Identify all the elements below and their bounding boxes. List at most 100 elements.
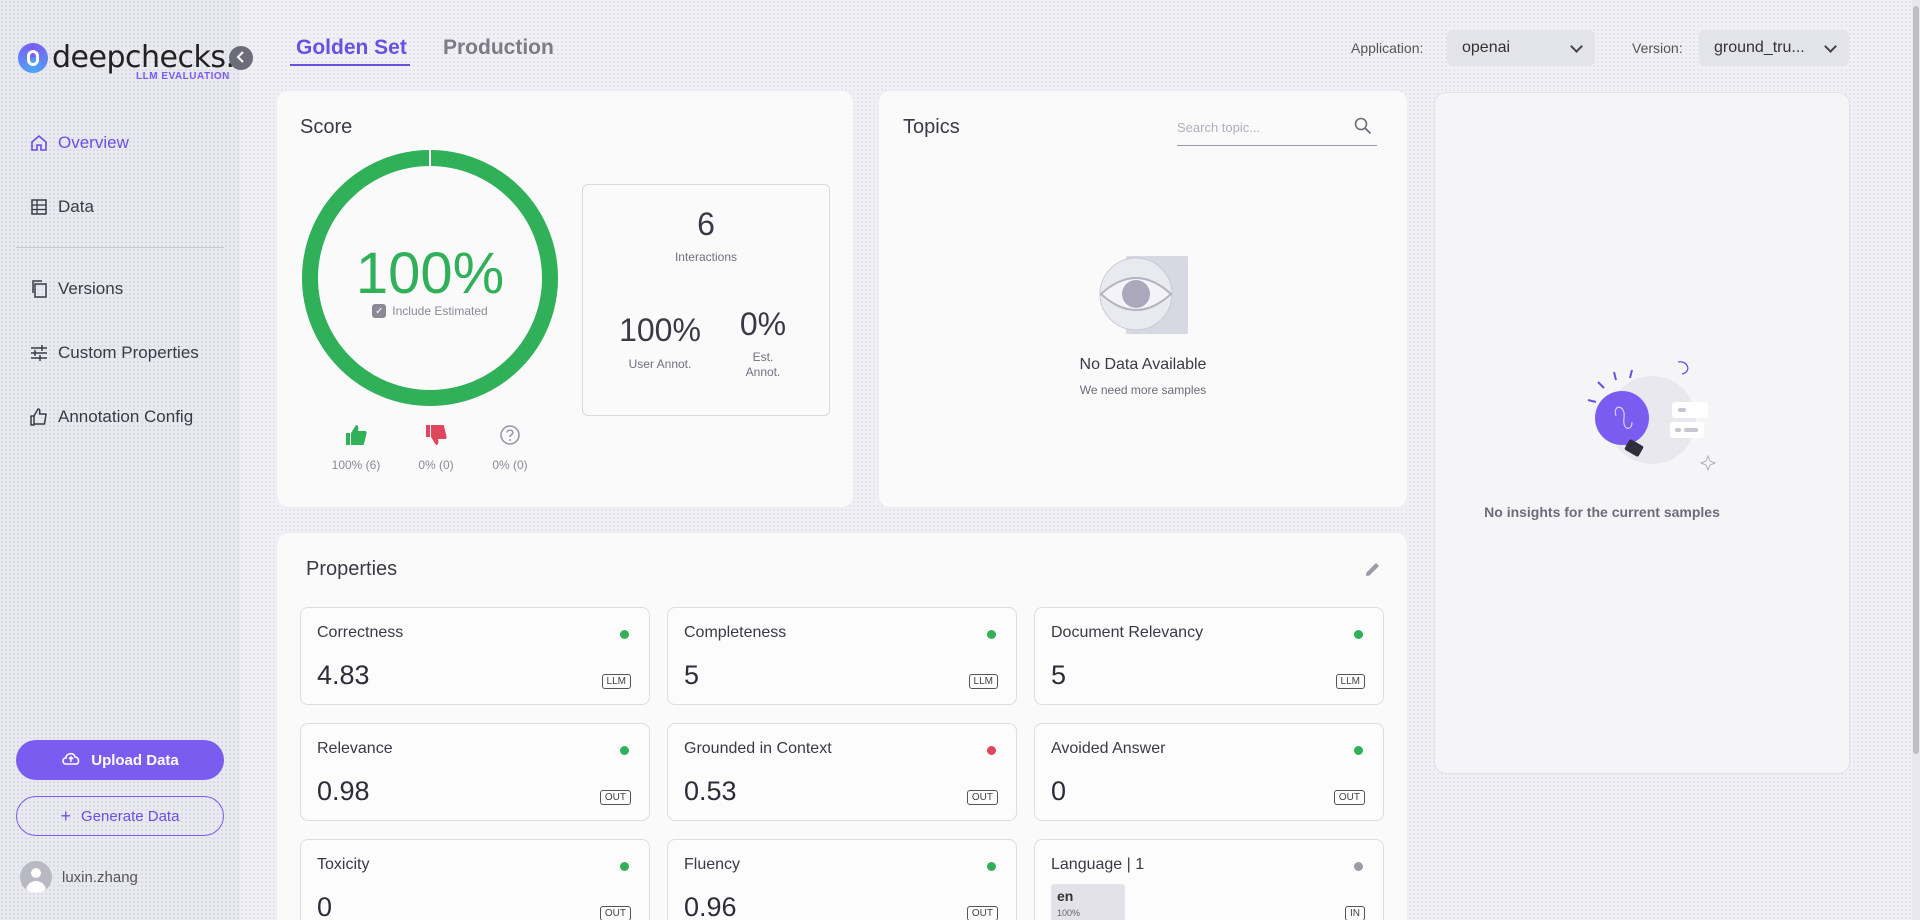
property-type-badge: LLM xyxy=(601,674,631,689)
property-card[interactable]: Language | 1 en 100% IN xyxy=(1034,839,1384,920)
property-name: Relevance xyxy=(317,740,393,757)
properties-title: Properties xyxy=(306,558,398,580)
chevron-down-icon xyxy=(1570,39,1583,53)
property-card[interactable]: Fluency 0.96 OUT xyxy=(667,839,1017,920)
property-value: 4.83 xyxy=(317,660,370,690)
sidebar-item-label: Custom Properties xyxy=(58,343,199,362)
sidebar-item-overview[interactable]: Overview xyxy=(28,132,129,154)
version-value: ground_tru... xyxy=(1714,39,1805,56)
user-annot-percent: 100% xyxy=(619,312,701,348)
status-dot-icon xyxy=(620,630,629,639)
thumbs-down-icon xyxy=(396,424,476,450)
sidebar: deepchecks. LLM EVALUATION Overview Data… xyxy=(0,0,240,920)
generate-data-button[interactable]: + Generate Data xyxy=(16,796,224,836)
thumbs-up-icon xyxy=(28,406,50,428)
search-icon[interactable] xyxy=(1354,117,1372,140)
include-estimated-checkbox[interactable]: ✓ Include Estimated xyxy=(300,304,560,318)
sidebar-item-versions[interactable]: Versions xyxy=(28,278,123,300)
property-type-badge: OUT xyxy=(599,790,631,805)
sidebar-item-label: Overview xyxy=(58,133,129,152)
username: luxin.zhang xyxy=(62,868,138,886)
logo-icon xyxy=(18,42,48,73)
status-dot-icon xyxy=(987,746,996,755)
property-name: Fluency xyxy=(684,856,741,873)
version-select[interactable]: ground_tru... xyxy=(1699,30,1849,66)
question-circle-icon xyxy=(470,424,550,450)
status-dot-icon xyxy=(620,862,629,871)
language-chip[interactable]: en 100% xyxy=(1051,884,1125,920)
generate-data-label: Generate Data xyxy=(81,807,180,825)
property-card[interactable]: Grounded in Context 0.53 OUT xyxy=(667,723,1017,821)
logo-text: deepchecks. xyxy=(52,40,235,75)
property-type-badge: IN xyxy=(1345,906,1365,920)
property-type-badge: OUT xyxy=(966,906,998,920)
good-votes-value: 100% (6) xyxy=(331,458,381,472)
interactions-count: 6 xyxy=(697,206,715,242)
property-card[interactable]: Avoided Answer 0 OUT xyxy=(1034,723,1384,821)
property-name: Document Relevancy xyxy=(1051,624,1204,641)
property-card[interactable]: Correctness 4.83 LLM xyxy=(300,607,650,705)
topics-empty-subtitle: We need more samples xyxy=(1079,383,1207,397)
sidebar-item-label: Versions xyxy=(58,279,124,298)
sidebar-item-label: Data xyxy=(58,197,94,216)
language-code: en xyxy=(1057,888,1074,904)
property-value: 5 xyxy=(1051,660,1067,690)
insights-empty-text: No insights for the current samples xyxy=(1484,504,1720,520)
upload-data-label: Upload Data xyxy=(91,751,179,769)
collapse-sidebar-button[interactable] xyxy=(229,46,253,70)
application-select[interactable]: openai xyxy=(1447,30,1595,66)
application-label: Application: xyxy=(1351,40,1424,56)
copy-icon xyxy=(28,278,50,300)
thumbs-up-icon xyxy=(316,424,396,450)
property-type-badge: OUT xyxy=(966,790,998,805)
active-tab-indicator xyxy=(290,64,410,66)
checkbox-checked-icon: ✓ xyxy=(372,304,387,318)
language-percent: 100% xyxy=(1057,908,1081,918)
topics-empty-title: No Data Available xyxy=(1079,356,1207,373)
property-value: 0 xyxy=(1051,776,1067,806)
property-type-badge: LLM xyxy=(1335,674,1365,689)
table-icon xyxy=(28,196,50,218)
sidebar-item-annotation-config[interactable]: Annotation Config xyxy=(28,406,193,428)
status-dot-icon xyxy=(987,630,996,639)
property-card[interactable]: Relevance 0.98 OUT xyxy=(300,723,650,821)
upload-data-button[interactable]: Upload Data xyxy=(16,740,224,780)
property-card[interactable]: Toxicity 0 OUT xyxy=(300,839,650,920)
pencil-icon[interactable] xyxy=(1364,560,1382,583)
bad-votes-value: 0% (0) xyxy=(418,458,454,472)
property-name: Correctness xyxy=(317,624,404,641)
est-annot-percent: 0% xyxy=(739,306,787,342)
status-dot-icon xyxy=(987,862,996,871)
property-card[interactable]: Completeness 5 LLM xyxy=(667,607,1017,705)
user-annot-label: User Annot. xyxy=(628,357,692,371)
score-title: Score xyxy=(300,116,353,138)
logo[interactable]: deepchecks. xyxy=(18,40,235,75)
sidebar-item-custom-properties[interactable]: Custom Properties xyxy=(28,342,199,364)
interactions-label: Interactions xyxy=(674,250,738,264)
user-menu[interactable]: luxin.zhang xyxy=(20,861,138,893)
topic-search-input[interactable]: Search topic... xyxy=(1177,120,1260,135)
sidebar-item-data[interactable]: Data xyxy=(28,196,94,218)
lightbulb-icon xyxy=(1560,358,1720,483)
property-name: Language | 1 xyxy=(1051,856,1145,873)
eye-icon xyxy=(1096,254,1192,341)
property-value: 5 xyxy=(684,660,700,690)
sliders-icon xyxy=(28,342,50,364)
status-dot-icon xyxy=(1354,746,1363,755)
property-card[interactable]: Document Relevancy 5 LLM xyxy=(1034,607,1384,705)
property-value: 0.98 xyxy=(317,776,370,806)
logo-subtitle: LLM EVALUATION xyxy=(136,71,230,82)
tab-golden-set[interactable]: Golden Set xyxy=(296,36,407,60)
est-annot-label: Est. Annot. xyxy=(745,350,781,379)
property-name: Toxicity xyxy=(317,856,370,873)
sidebar-item-label: Annotation Config xyxy=(58,407,194,426)
application-value: openai xyxy=(1462,39,1511,56)
scrollbar-thumb[interactable] xyxy=(1913,6,1919,754)
topics-title: Topics xyxy=(903,116,960,138)
unknown-votes: 0% (0) xyxy=(470,424,550,472)
tab-production[interactable]: Production xyxy=(443,36,554,60)
property-name: Completeness xyxy=(684,624,787,641)
include-estimated-label: Include Estimated xyxy=(392,304,488,318)
version-label: Version: xyxy=(1632,40,1683,56)
status-dot-icon xyxy=(1354,630,1363,639)
